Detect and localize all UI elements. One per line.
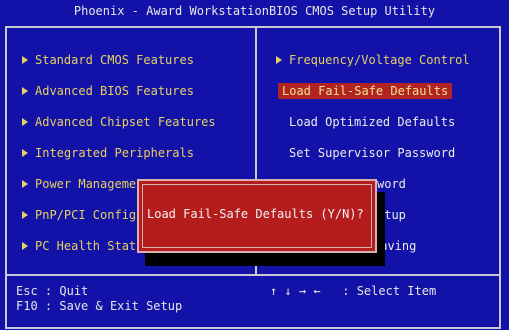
f10-key: F10 — [16, 299, 38, 313]
menu-item-label: Integrated Peripherals — [35, 146, 194, 160]
menu-item-label: PnP/PCI Configur — [35, 208, 151, 222]
menu-item-frequency-voltage[interactable]: Frequency/Voltage Control — [276, 52, 470, 68]
menu-item-advanced-bios[interactable]: Advanced BIOS Features — [22, 83, 194, 99]
bottom-strip — [0, 330, 509, 335]
menu-item-label: Standard CMOS Features — [35, 53, 194, 67]
footer-f10-hint: F10 : Save & Exit Setup — [16, 299, 183, 313]
f10-action: Save & Exit Setup — [59, 299, 183, 313]
menu-item-label: Advanced Chipset Features — [35, 115, 216, 129]
triangle-right-icon — [22, 118, 28, 126]
menu-item-pnp-pci[interactable]: PnP/PCI Configur — [22, 207, 151, 223]
menu-item-label: PC Health Status — [35, 239, 151, 253]
window-title: Phoenix - Award WorkstationBIOS CMOS Set… — [73, 4, 436, 18]
menu-item-user-password[interactable]: word — [377, 176, 406, 192]
triangle-right-icon — [22, 242, 28, 250]
menu-item-supervisor-password[interactable]: Set Supervisor Password — [289, 145, 455, 161]
menu-item-load-fail-safe[interactable]: Load Fail-Safe Defaults — [278, 83, 453, 99]
menu-item-load-optimized[interactable]: Load Optimized Defaults — [289, 114, 455, 130]
dialog-prompt: Load Fail-Safe Defaults (Y/N)? — [147, 207, 364, 221]
triangle-right-icon — [22, 180, 28, 188]
menu-item-advanced-chipset[interactable]: Advanced Chipset Features — [22, 114, 216, 130]
arrow-keys-icon: ↑ ↓ → ← — [270, 284, 321, 298]
menu-item-integrated-peripherals[interactable]: Integrated Peripherals — [22, 145, 194, 161]
esc-key: Esc — [16, 284, 38, 298]
triangle-right-icon — [22, 87, 28, 95]
menu-item-power-management[interactable]: Power Management — [22, 176, 151, 192]
esc-action: Quit — [59, 284, 89, 298]
footer-arrows-hint: ↑ ↓ → ← : Select Item — [270, 284, 437, 298]
arrows-action: Select Item — [356, 284, 437, 298]
menu-item-label: Frequency/Voltage Control — [289, 53, 470, 67]
triangle-right-icon — [22, 211, 28, 219]
bios-screen: Phoenix - Award WorkstationBIOS CMOS Set… — [0, 0, 509, 330]
menu-item-label: Power Management — [35, 177, 151, 191]
menu-item-pc-health[interactable]: PC Health Status — [22, 238, 151, 254]
triangle-right-icon — [276, 56, 282, 64]
triangle-right-icon — [22, 56, 28, 64]
footer-divider — [5, 274, 501, 276]
menu-item-standard-cmos[interactable]: Standard CMOS Features — [22, 52, 194, 68]
footer-esc-hint: Esc : Quit — [16, 284, 89, 298]
menu-item-label: Advanced BIOS Features — [35, 84, 194, 98]
confirm-dialog[interactable]: Load Fail-Safe Defaults (Y/N)? — [137, 179, 377, 253]
triangle-right-icon — [22, 149, 28, 157]
